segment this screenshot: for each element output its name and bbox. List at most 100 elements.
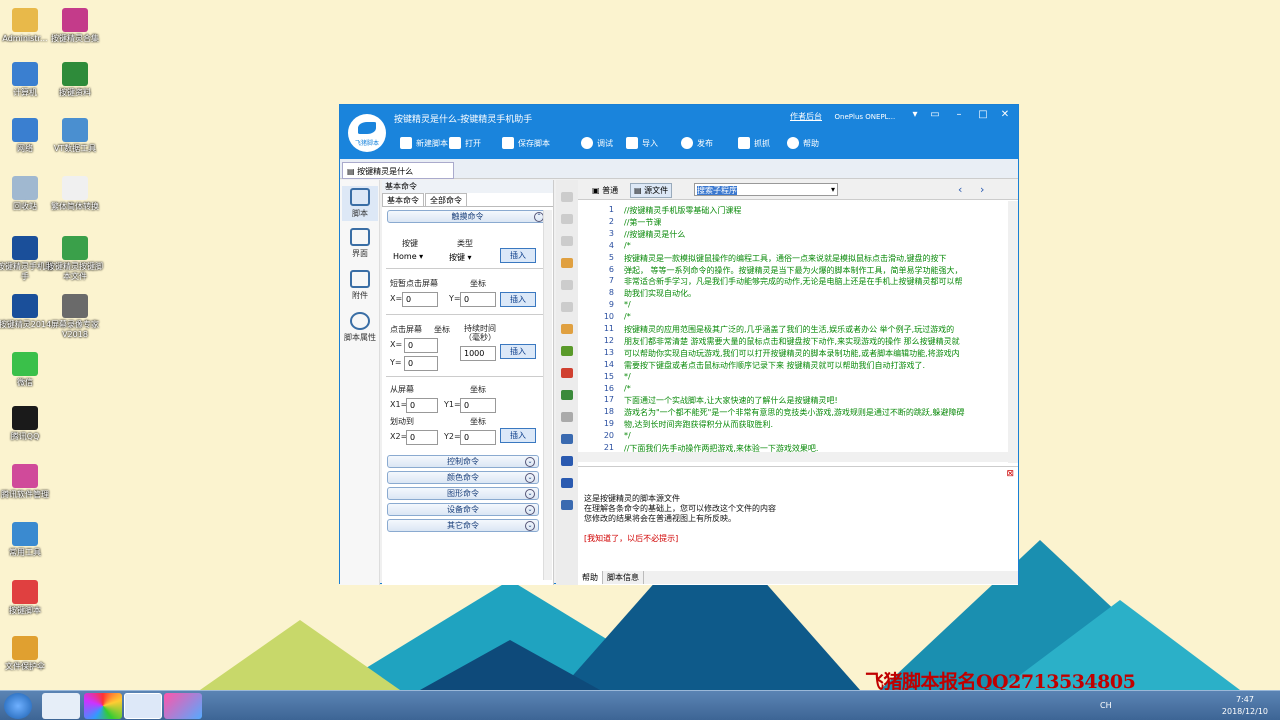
- category-item[interactable]: 图形命令 ⌄: [387, 487, 539, 500]
- insert-button[interactable]: 插入: [500, 428, 536, 443]
- nav-attachment[interactable]: 附件: [342, 270, 378, 301]
- key-select[interactable]: Home ▾: [390, 250, 432, 265]
- close-icon[interactable]: ✕: [998, 109, 1012, 123]
- taskbar-app-tool[interactable]: [164, 693, 202, 719]
- tool-icon[interactable]: [561, 214, 573, 224]
- taskbar-app-browser[interactable]: [84, 693, 122, 719]
- bottom-tabs: 帮助 脚本信息: [578, 571, 1018, 584]
- tab-help[interactable]: 帮助: [578, 571, 603, 584]
- tool-icon[interactable]: [561, 434, 573, 444]
- device-selector[interactable]: OnePlus ONEPL...: [835, 113, 896, 121]
- desktop-icon[interactable]: 按键脚本: [0, 580, 55, 616]
- clock[interactable]: 7:47 2018/12/10: [1222, 694, 1268, 718]
- tool-icon[interactable]: [561, 390, 573, 400]
- x2-input[interactable]: 0: [406, 430, 438, 445]
- search-subroutine[interactable]: 搜索子程序 ▾: [694, 183, 838, 196]
- nav-properties[interactable]: 脚本属性: [342, 312, 378, 343]
- desktop-icon[interactable]: 文件保护伞: [0, 636, 55, 672]
- tool-icon[interactable]: [561, 478, 573, 488]
- tab-basic[interactable]: 基本命令: [382, 193, 424, 206]
- nav-script[interactable]: 脚本: [342, 186, 378, 221]
- close-icon[interactable]: ⊠: [1006, 469, 1014, 479]
- desktop-icon[interactable]: 按键精灵按键脚本文件: [45, 236, 105, 282]
- publish-button[interactable]: 发布: [681, 137, 713, 149]
- dismiss-link[interactable]: [我知道了，以后不必提示]: [584, 533, 678, 544]
- panel-scrollbar[interactable]: [543, 210, 552, 580]
- y-input[interactable]: 0: [404, 356, 438, 371]
- tool-icon[interactable]: [561, 500, 573, 510]
- desktop-icon-label: 按键资料: [59, 88, 91, 97]
- tool-icon[interactable]: [561, 368, 573, 378]
- desktop-icon[interactable]: 屏幕录像专家V2018: [45, 294, 105, 340]
- mode-source-label: 源文件: [644, 186, 669, 195]
- prev-icon[interactable]: ‹: [958, 183, 962, 196]
- tab-script-info[interactable]: 脚本信息: [603, 571, 644, 584]
- author-link[interactable]: 作者后台: [790, 112, 822, 121]
- x-input[interactable]: 0: [404, 338, 438, 353]
- tab-all[interactable]: 全部命令: [425, 193, 467, 206]
- maximize-icon[interactable]: □: [976, 109, 990, 123]
- mode-source[interactable]: ▤ 源文件: [630, 183, 673, 198]
- editor-scrollbar[interactable]: [1008, 201, 1018, 463]
- y1-input[interactable]: 0: [460, 398, 496, 413]
- tool-icon[interactable]: [561, 236, 573, 246]
- save-script-button[interactable]: 保存脚本: [502, 137, 550, 149]
- doc-tab[interactable]: ▤ 按键精灵是什么: [342, 162, 454, 179]
- category-item[interactable]: 颜色命令 ⌄: [387, 471, 539, 484]
- debug-button[interactable]: 调试: [581, 137, 613, 149]
- tray-lang[interactable]: CH: [1100, 701, 1112, 710]
- tool-icon[interactable]: [561, 412, 573, 422]
- tool-icon[interactable]: [561, 302, 573, 312]
- taskbar-app-anjian[interactable]: [124, 693, 162, 719]
- open-button[interactable]: 打开: [449, 137, 481, 149]
- x1-input[interactable]: 0: [406, 398, 438, 413]
- new-script-button[interactable]: 新建脚本: [400, 137, 448, 149]
- tool-icon[interactable]: [561, 324, 573, 334]
- desktop-icon[interactable]: 常用工具: [0, 522, 55, 558]
- code-line: /*: [624, 240, 631, 250]
- next-icon[interactable]: ›: [980, 183, 984, 196]
- editor-hscrollbar[interactable]: [578, 452, 1008, 462]
- x-input[interactable]: 0: [402, 292, 438, 307]
- app-icon: [12, 118, 38, 142]
- type-select[interactable]: 按键 ▾: [446, 250, 488, 265]
- category-item[interactable]: 其它命令 ⌄: [387, 519, 539, 532]
- insert-button[interactable]: 插入: [500, 344, 536, 359]
- tool-icon[interactable]: [561, 456, 573, 466]
- y2-input[interactable]: 0: [460, 430, 496, 445]
- desktop-icon[interactable]: 微信: [0, 352, 55, 388]
- desktop-icon[interactable]: 繁体简体转换: [45, 176, 105, 212]
- category-item[interactable]: 控制命令 ⌄: [387, 455, 539, 468]
- tool-icon[interactable]: [561, 258, 573, 268]
- tool-icon[interactable]: [561, 280, 573, 290]
- app-icon: [62, 236, 88, 260]
- tool-icon[interactable]: [561, 346, 573, 356]
- desktop-icon[interactable]: 腾讯软件管理: [0, 464, 55, 500]
- dropdown-icon[interactable]: ▾: [908, 109, 922, 123]
- capture-button[interactable]: 抓抓: [738, 137, 770, 149]
- import-button[interactable]: 导入: [626, 137, 658, 149]
- desktop-icon[interactable]: VT数据工具: [45, 118, 105, 154]
- start-button[interactable]: [4, 693, 32, 719]
- taskbar-app-baidu[interactable]: [42, 693, 80, 719]
- desktop-icon[interactable]: 按键精灵合集: [45, 8, 105, 44]
- desktop-icon-label: 常用工具: [9, 548, 41, 557]
- restore-icon[interactable]: ▭: [928, 109, 942, 123]
- nav-ui[interactable]: 界面: [342, 228, 378, 259]
- desktop-icon[interactable]: 腾讯QQ: [0, 406, 55, 442]
- minimize-icon[interactable]: –: [952, 109, 966, 123]
- help-button[interactable]: 帮助: [787, 137, 819, 149]
- category-touch[interactable]: 触摸命令 ⌃: [387, 210, 548, 223]
- duration-input[interactable]: 1000: [460, 346, 496, 361]
- desktop-icon[interactable]: 按键资料: [45, 62, 105, 98]
- line-number: 2: [608, 216, 614, 226]
- code-area[interactable]: 1 //按键精灵手机版零基础入门课程 2 //第一节课 3 //按键精灵是什么 4 /* 5 按键…: [578, 201, 1008, 463]
- category-item[interactable]: 设备命令 ⌄: [387, 503, 539, 516]
- tool-icon[interactable]: [561, 192, 573, 202]
- y-input[interactable]: 0: [460, 292, 496, 307]
- insert-button[interactable]: 插入: [500, 248, 536, 263]
- panel-header: 基本命令: [382, 180, 553, 193]
- mode-normal[interactable]: ▣ 普通: [592, 185, 618, 196]
- insert-button[interactable]: 插入: [500, 292, 536, 307]
- app-window: 飞猪脚本 按键精灵是什么-按键精灵手机助手 作者后台 OnePlus ONEPL…: [339, 104, 1019, 585]
